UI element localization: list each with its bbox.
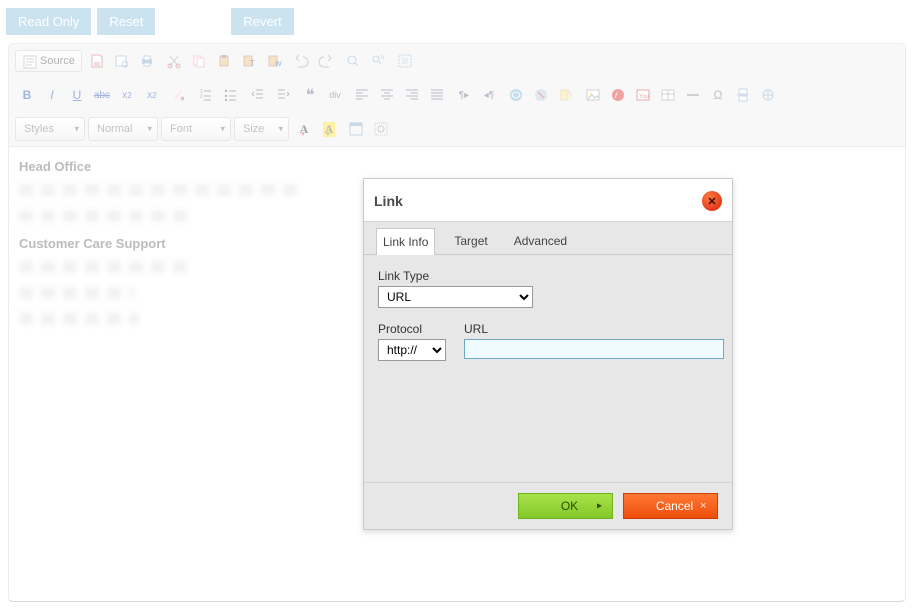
paste-text-icon[interactable]: T — [237, 49, 261, 73]
blockquote-icon[interactable]: ❝ — [298, 83, 322, 107]
tab-advanced[interactable]: Advanced — [507, 227, 574, 254]
print-icon[interactable] — [135, 49, 159, 73]
bg-color-icon[interactable]: A▾ — [317, 117, 341, 141]
font-label: Font — [170, 123, 192, 135]
iframe-icon[interactable] — [756, 83, 780, 107]
show-blocks-icon[interactable] — [369, 117, 393, 141]
svg-text:T: T — [250, 59, 255, 68]
copy-icon[interactable] — [187, 49, 211, 73]
text-line — [19, 261, 194, 273]
size-label: Size — [243, 123, 264, 135]
head-office-heading: Head Office — [19, 159, 895, 174]
undo-icon[interactable] — [289, 49, 313, 73]
maximize-icon[interactable] — [344, 117, 368, 141]
revert-button[interactable]: Revert — [231, 8, 293, 35]
text-line — [19, 287, 134, 299]
italic-icon[interactable]: I — [40, 83, 64, 107]
table-icon[interactable] — [656, 83, 680, 107]
protocol-label: Protocol — [378, 322, 446, 336]
source-button[interactable]: Source — [15, 50, 82, 72]
text-line — [19, 313, 139, 325]
strikethrough-icon[interactable]: abc — [90, 83, 114, 107]
tab-target[interactable]: Target — [447, 227, 494, 254]
unlink-icon[interactable] — [529, 83, 553, 107]
cut-icon[interactable] — [162, 49, 186, 73]
bulleted-list-icon[interactable] — [219, 83, 243, 107]
paste-word-icon[interactable]: W — [262, 49, 286, 73]
preview-icon[interactable] — [110, 49, 134, 73]
indent-icon[interactable] — [271, 83, 295, 107]
reset-button[interactable]: Reset — [97, 8, 155, 35]
page-break-icon[interactable] — [731, 83, 755, 107]
ok-button[interactable]: OK — [518, 493, 613, 519]
tab-link-info[interactable]: Link Info — [376, 228, 435, 255]
url-input[interactable] — [464, 339, 724, 359]
link-type-select[interactable]: URL — [378, 286, 533, 308]
source-label: Source — [40, 55, 75, 67]
underline-icon[interactable]: U — [65, 83, 89, 107]
numbered-list-icon[interactable]: 12 — [194, 83, 218, 107]
subscript-icon[interactable]: x2 — [115, 83, 139, 107]
svg-text:W: W — [275, 61, 282, 68]
link-type-label: Link Type — [378, 269, 718, 283]
redo-icon[interactable] — [314, 49, 338, 73]
text-color-icon[interactable]: A▾ — [292, 117, 316, 141]
size-select[interactable]: Size — [234, 117, 289, 141]
format-label: Normal — [97, 123, 132, 135]
close-icon[interactable]: ✕ — [702, 191, 722, 211]
source-icon — [22, 54, 36, 68]
ltr-icon[interactable]: ¶▸ — [452, 83, 476, 107]
svg-text:2: 2 — [200, 94, 203, 100]
read-only-button[interactable]: Read Only — [6, 8, 91, 35]
align-right-icon[interactable] — [400, 83, 424, 107]
anchor-icon[interactable] — [554, 83, 578, 107]
link-dialog: Link ✕ Link Info Target Advanced Link Ty… — [363, 178, 733, 530]
create-div-icon[interactable]: div — [323, 83, 347, 107]
url-label: URL — [464, 322, 724, 336]
rtl-icon[interactable]: ◂¶ — [477, 83, 501, 107]
special-char-icon[interactable]: Ω — [706, 83, 730, 107]
svg-text:b: b — [381, 55, 385, 61]
bold-icon[interactable]: B — [15, 83, 39, 107]
select-all-icon[interactable] — [393, 49, 417, 73]
text-line — [19, 184, 299, 196]
paste-icon[interactable] — [212, 49, 236, 73]
superscript-icon[interactable]: x2 — [140, 83, 164, 107]
dialog-title: Link — [374, 193, 403, 209]
align-center-icon[interactable] — [375, 83, 399, 107]
text-line — [19, 210, 189, 222]
flash-icon[interactable]: f — [606, 83, 630, 107]
font-select[interactable]: Font — [161, 117, 231, 141]
save-icon[interactable] — [85, 49, 109, 73]
embed-icon[interactable]: You — [631, 83, 655, 107]
find-icon[interactable] — [341, 49, 365, 73]
image-icon[interactable] — [581, 83, 605, 107]
replace-icon[interactable]: b — [366, 49, 390, 73]
outdent-icon[interactable] — [246, 83, 270, 107]
align-left-icon[interactable] — [350, 83, 374, 107]
styles-label: Styles — [24, 123, 54, 135]
svg-text:You: You — [639, 94, 649, 100]
link-icon[interactable] — [504, 83, 528, 107]
remove-format-icon[interactable] — [167, 83, 191, 107]
styles-select[interactable]: Styles — [15, 117, 85, 141]
horizontal-rule-icon[interactable] — [681, 83, 705, 107]
format-select[interactable]: Normal — [88, 117, 158, 141]
cancel-button[interactable]: Cancel — [623, 493, 718, 519]
protocol-select[interactable]: http:// — [378, 339, 446, 361]
align-justify-icon[interactable] — [425, 83, 449, 107]
